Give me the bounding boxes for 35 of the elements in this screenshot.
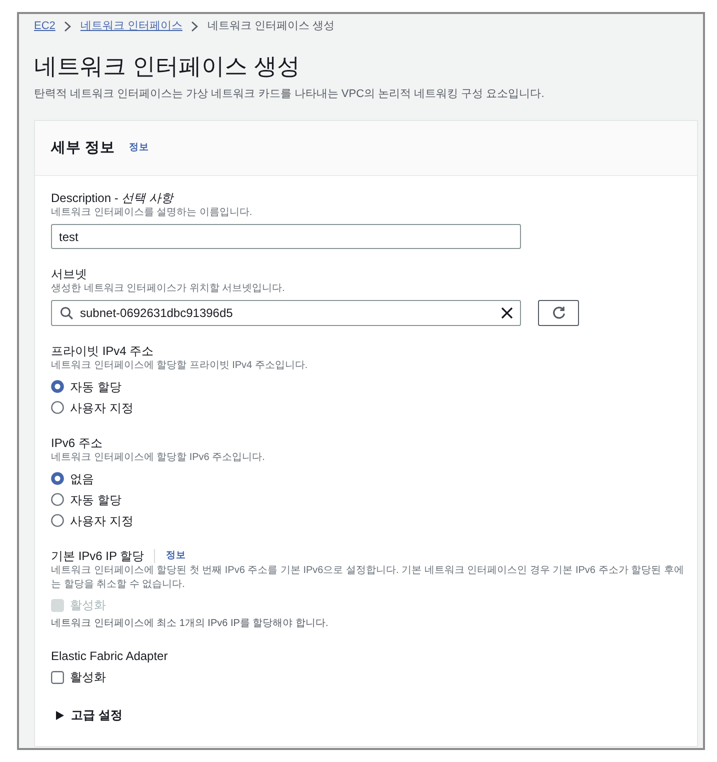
field-note: 네트워크 인터페이스에 최소 1개의 IPv6 IP를 할당해야 합니다. — [51, 617, 328, 631]
refresh-button[interactable] — [538, 300, 579, 326]
field-label: Description - 선택 사항 — [51, 190, 174, 206]
breadcrumb-current: 네트워크 인터페이스 생성 — [207, 19, 335, 34]
refresh-icon — [552, 306, 566, 320]
field-hint: 네트워크 인터페이스를 설명하는 이름입니다. — [51, 206, 252, 220]
field-label: 프라이빗 IPv4 주소 — [51, 343, 154, 359]
field-label: 서브넷 — [51, 266, 87, 282]
radio-option[interactable]: 없음 — [51, 468, 94, 489]
close-icon[interactable] — [501, 307, 513, 319]
field-label: IPv6 주소 — [51, 435, 102, 451]
page-title: 네트워크 인터페이스 생성 — [34, 52, 301, 80]
info-link[interactable]: 정보 — [129, 141, 150, 155]
chevron-right-icon — [191, 20, 198, 32]
panel-title: 세부 정보 — [51, 139, 116, 158]
field-label: 기본 IPv6 IP 할당 — [51, 548, 144, 564]
radio-option[interactable]: 사용자 지정 — [51, 397, 134, 418]
radio-option[interactable]: 자동 할당 — [51, 489, 122, 510]
breadcrumb-link[interactable]: EC2 — [34, 18, 56, 34]
page-description: 탄력적 네트워크 인터페이스는 가상 네트워크 카드를 나타내는 VPC의 논리적 네트워킹 구성 요소입니다. — [34, 87, 546, 102]
subnet-search-field[interactable]: subnet-0692631dbc91396d5 — [51, 300, 521, 326]
advanced-settings-toggle[interactable]: 고급 설정 — [51, 705, 122, 725]
field-label: Elastic Fabric Adapter — [51, 648, 168, 664]
checkbox-option[interactable]: 활성화 — [51, 667, 106, 687]
search-icon — [60, 306, 73, 320]
info-link[interactable]: 정보 — [166, 549, 186, 563]
chevron-right-icon — [64, 20, 72, 32]
description-input[interactable]: test — [51, 224, 521, 249]
field-hint: 네트워크 인터페이스에 할당된 첫 번째 IPv6 주소를 기본 IPv6으로 설정합니다. 기본 네트워크 인터페이스인 경우 기본 IPv6 주소가 할당된 후에는 할당을 취소할 수 없습니다. — [51, 564, 685, 592]
field-hint: 생성한 네트워크 인터페이스가 위치할 서브넷입니다. — [51, 282, 285, 296]
field-hint: 네트워크 인터페이스에 할당할 프라이빗 IPv4 주소입니다. — [51, 359, 308, 373]
field-hint: 네트워크 인터페이스에 할당할 IPv6 주소입니다. — [51, 451, 265, 465]
radio-option[interactable]: 사용자 지정 — [51, 510, 134, 531]
radio-option[interactable]: 자동 할당 — [51, 376, 122, 397]
breadcrumb-link[interactable]: 네트워크 인터페이스 — [80, 18, 182, 34]
